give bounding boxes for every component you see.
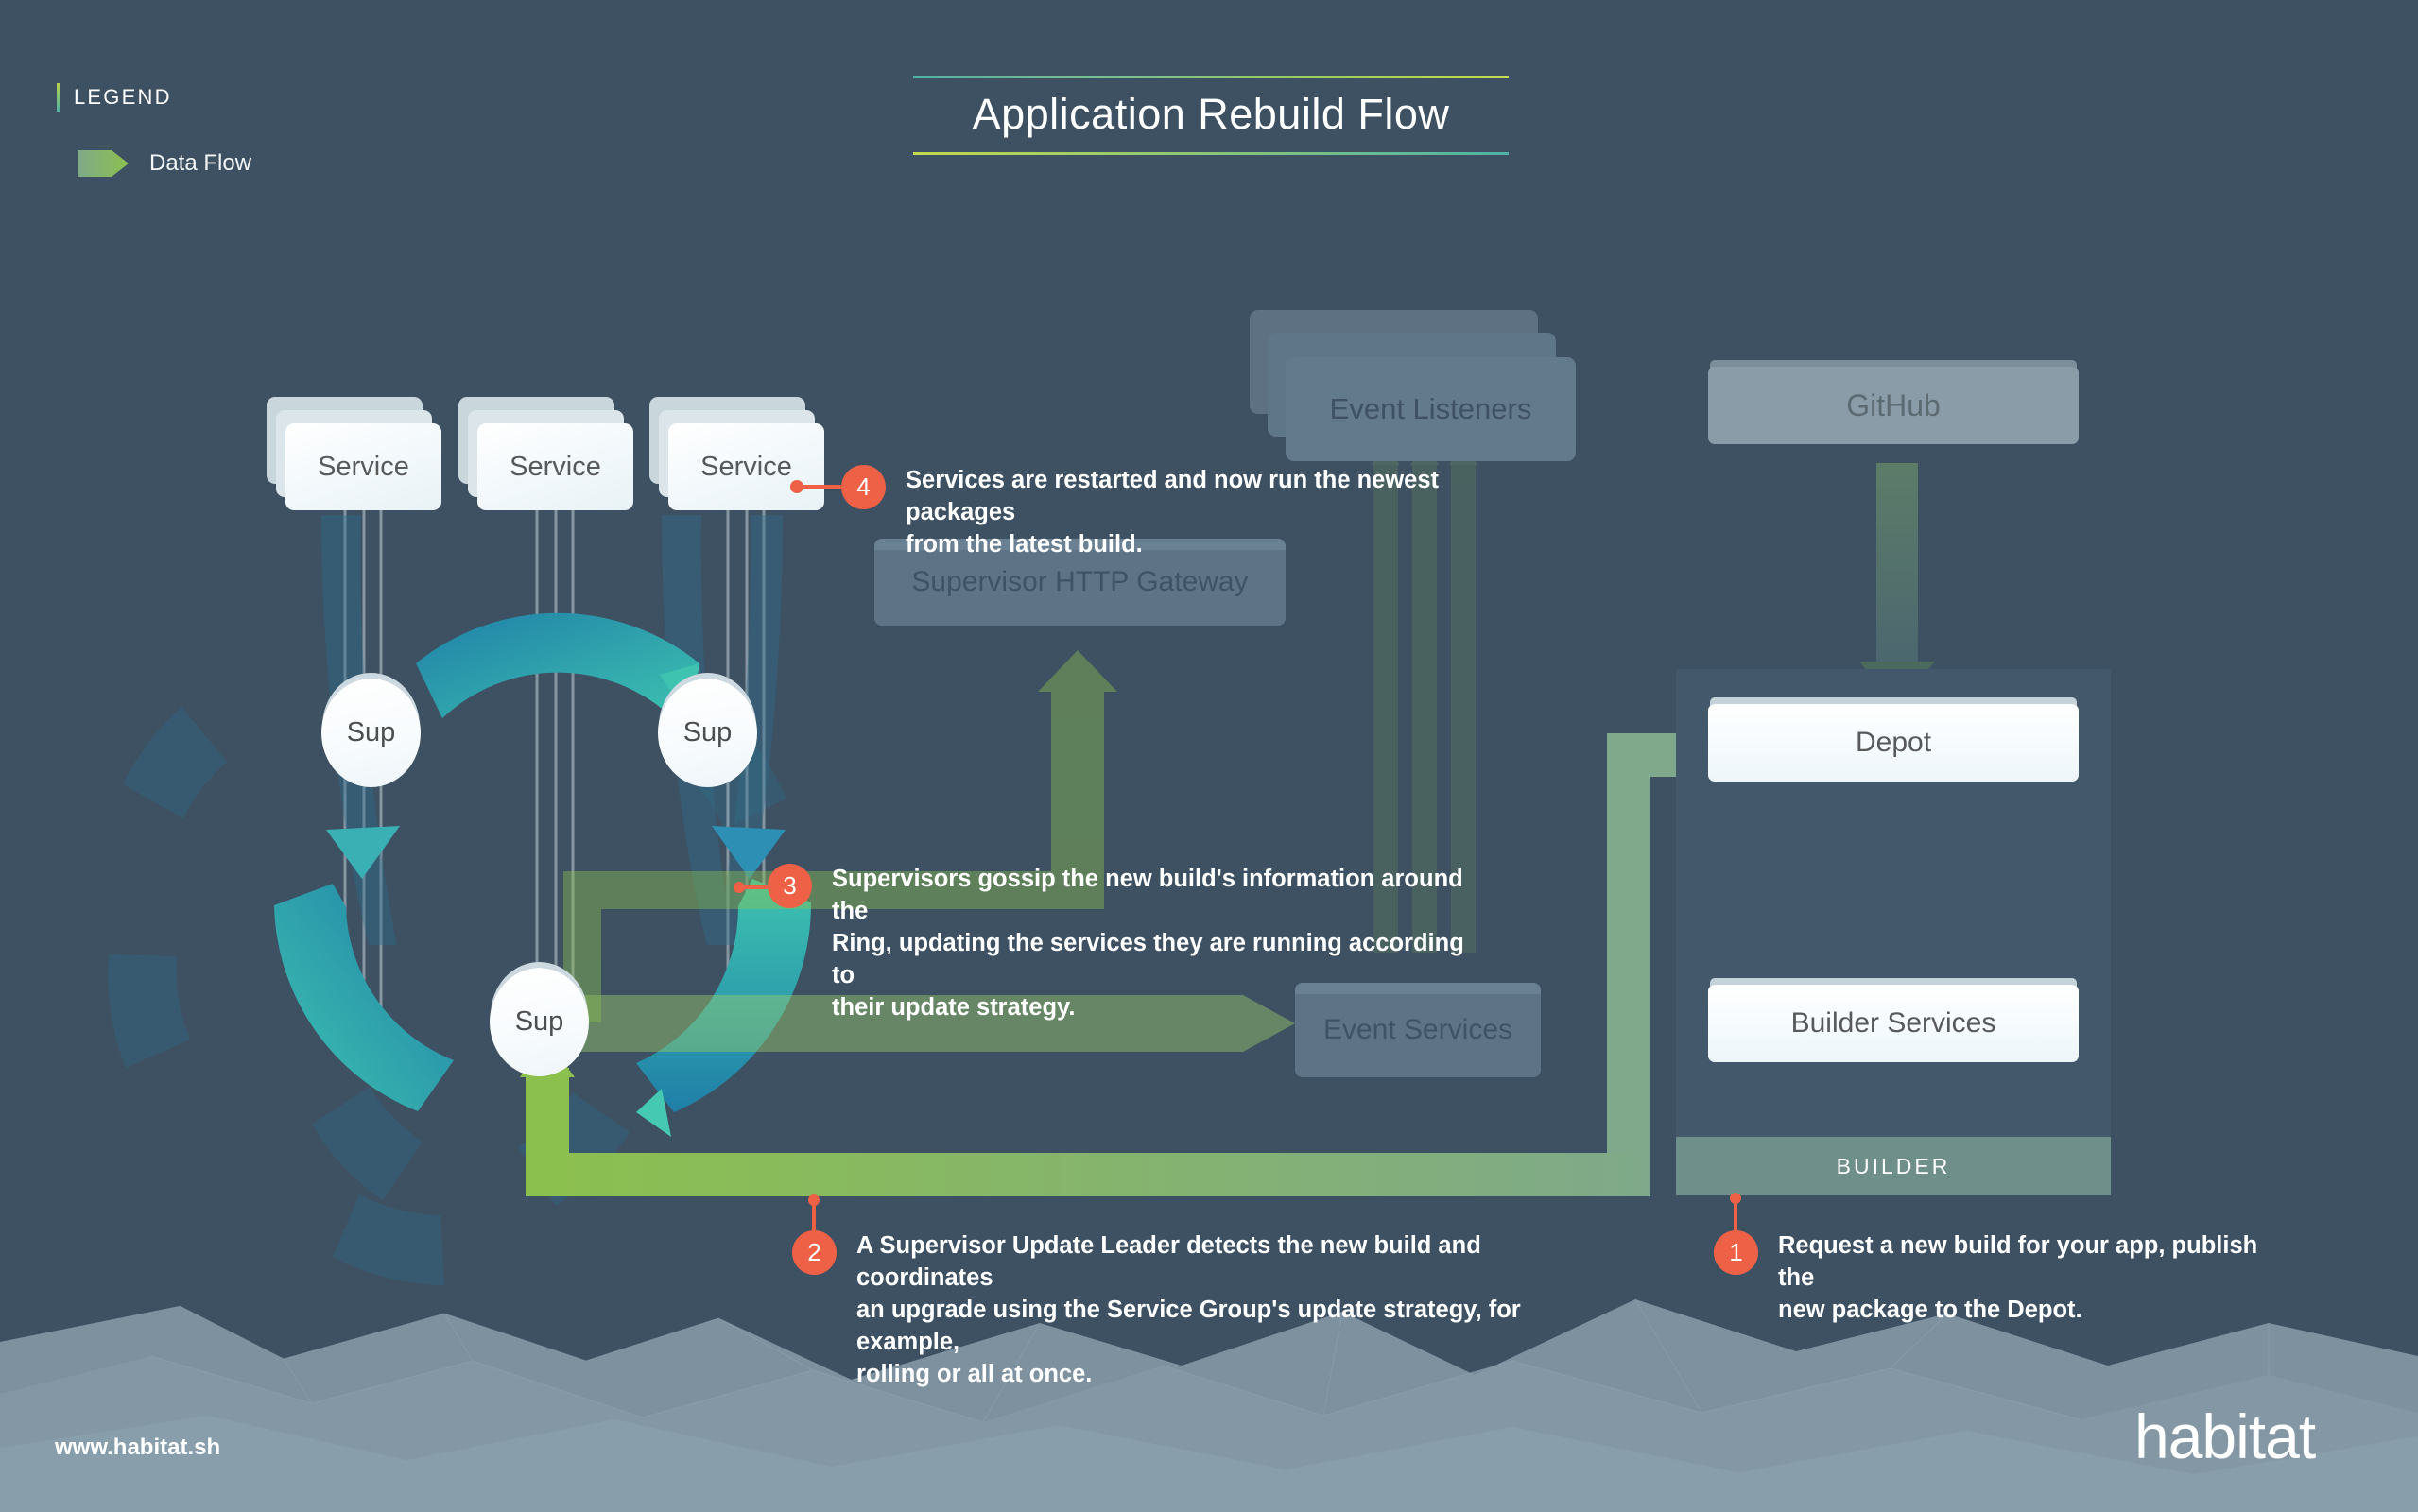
step-text-3: Supervisors gossip the new build's infor… [832,866,1464,1021]
step-badge-4: 4 [841,465,886,509]
callout-step-2: 2 A Supervisor Update Leader detects the… [792,1230,1586,1391]
callout-step-3: 3 Supervisors gossip the new build's inf… [768,864,1486,1024]
step-badge-2: 2 [792,1230,837,1275]
step-text-4: Services are restarted and now run the n… [906,467,1440,558]
habitat-logo: habitat [2134,1401,2316,1471]
diagram-canvas: LEGEND Data Flow Application Rebuild Flo… [0,0,2418,1512]
step-text-1: Request a new build for your app, publis… [1778,1232,2258,1323]
step-badge-1: 1 [1714,1230,1758,1275]
site-url[interactable]: www.habitat.sh [55,1435,220,1461]
step-badge-3: 3 [768,864,812,908]
callout-step-1: 1 Request a new build for your app, publ… [1714,1230,2281,1327]
step-text-2: A Supervisor Update Leader detects the n… [856,1232,1521,1387]
callout-step-4: 4 Services are restarted and now run the… [841,465,1522,561]
